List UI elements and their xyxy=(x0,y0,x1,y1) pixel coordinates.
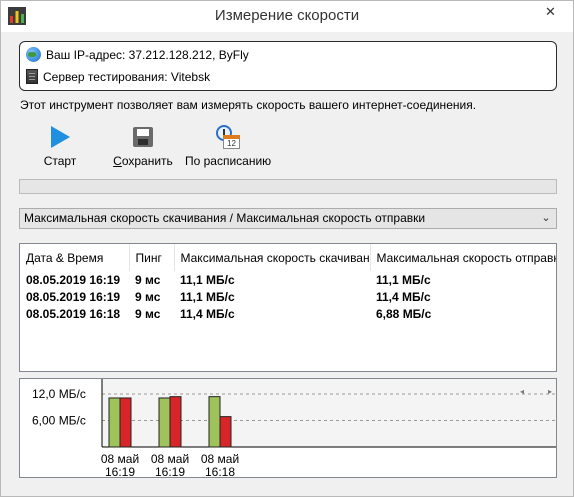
save-button[interactable]: Сохранить xyxy=(112,123,174,168)
column-header-max-download[interactable]: Максимальная скорость скачивания xyxy=(174,244,371,271)
scroll-right-icon: ▸ xyxy=(548,387,552,396)
schedule-label: По расписанию xyxy=(185,154,272,168)
cell-ping: 9 мс xyxy=(135,289,161,304)
y-tick-label: 12,0 МБ/с xyxy=(32,387,86,401)
start-button[interactable]: Старт xyxy=(38,123,82,168)
test-server-row: Сервер тестирования: Vitebsk xyxy=(26,69,210,84)
chart-bar xyxy=(219,416,232,448)
chart-type-select[interactable]: Максимальная скорость скачивания / Макси… xyxy=(19,208,557,229)
column-header-datetime[interactable]: Дата & Время xyxy=(20,244,130,271)
cell-max-download: 11,1 МБ/с xyxy=(180,272,235,287)
table-row[interactable]: 08.05.2019 16:19 9 мс 11,1 МБ/с 11,1 МБ/… xyxy=(20,271,556,288)
results-table: Дата & Время Пинг Максимальная скорость … xyxy=(20,244,556,322)
server-icon xyxy=(26,69,38,84)
speed-test-window: Измерение скорости ✕ Ваш IP-адрес: 37.21… xyxy=(0,0,574,497)
schedule-button[interactable]: 12 По расписанию xyxy=(185,123,271,168)
cell-max-upload: 11,1 МБ/с xyxy=(376,272,431,287)
column-header-max-upload[interactable]: Максимальная скорость отправки xyxy=(370,244,556,271)
start-label: Старт xyxy=(43,154,77,168)
window-title: Измерение скорости xyxy=(214,7,360,24)
cell-datetime: 08.05.2019 16:19 xyxy=(26,272,121,287)
x-tick-label-time: 16:18 xyxy=(205,465,235,477)
cell-max-download: 11,1 МБ/с xyxy=(180,289,235,304)
close-button[interactable]: ✕ xyxy=(528,1,573,22)
globe-icon xyxy=(26,47,41,62)
chart-bar xyxy=(158,397,171,448)
tool-description: Этот инструмент позволяет вам измерять с… xyxy=(20,98,477,112)
speed-bar-chart: 12,0 МБ/с6,00 МБ/с◂ ▸08 май16:1908 май16:… xyxy=(32,379,556,477)
cell-ping: 9 мс xyxy=(135,272,161,287)
floppy-disk-icon xyxy=(133,127,153,147)
scroll-left-icon: ◂ xyxy=(520,387,524,396)
save-label: Сохранить xyxy=(113,154,173,168)
close-icon: ✕ xyxy=(545,3,556,19)
column-header-ping[interactable]: Пинг xyxy=(129,244,175,271)
ip-address-label: Ваш IP-адрес: 37.212.128.212, ByFly xyxy=(46,47,249,62)
x-tick-label-time: 16:19 xyxy=(105,465,135,477)
chart-bar xyxy=(208,396,221,448)
table-row[interactable]: 08.05.2019 16:19 9 мс 11,1 МБ/с 11,4 МБ/… xyxy=(20,288,556,305)
speed-chart-panel: 12,0 МБ/с 6,00 МБ/с ◂ ▸ 08 май 16:19 08 май 16:… xyxy=(19,378,557,478)
cell-datetime: 08.05.2019 16:19 xyxy=(26,289,121,304)
title-bar: Измерение скорости ✕ xyxy=(1,1,573,32)
results-table-panel: Дата & Время Пинг Максимальная скорость … xyxy=(19,243,557,372)
test-server-label: Сервер тестирования: Vitebsk xyxy=(43,69,211,84)
cell-max-download: 11,4 МБ/с xyxy=(180,306,235,321)
chart-bar xyxy=(169,396,182,448)
x-tick-label-date: 08 май xyxy=(101,452,139,466)
chevron-down-icon: ⌄ xyxy=(541,212,551,224)
x-tick-label-date: 08 май xyxy=(201,452,239,466)
x-tick-label-time: 16:19 xyxy=(155,465,185,477)
test-progress-bar xyxy=(19,179,557,194)
ip-address-row: Ваш IP-адрес: 37.212.128.212, ByFly xyxy=(26,47,249,62)
clock-calendar-icon: 12 xyxy=(215,124,241,150)
chart-type-selected-value: Максимальная скорость скачивания / Макси… xyxy=(24,211,426,225)
results-table-header: Дата & Время Пинг Максимальная скорость … xyxy=(20,244,556,271)
cell-max-upload: 6,88 МБ/с xyxy=(376,306,432,321)
chart-bar xyxy=(119,397,132,448)
y-tick-label: 6,00 МБ/с xyxy=(32,414,86,428)
x-tick-label-date: 08 май xyxy=(151,452,189,466)
cell-max-upload: 11,4 МБ/с xyxy=(376,289,431,304)
table-row[interactable]: 08.05.2019 16:18 9 мс 11,4 МБ/с 6,88 МБ/… xyxy=(20,305,556,322)
play-icon xyxy=(50,126,70,148)
cell-ping: 9 мс xyxy=(135,306,161,321)
chart-bar xyxy=(108,397,121,448)
connection-info-panel: Ваш IP-адрес: 37.212.128.212, ByFly Серв… xyxy=(19,41,557,91)
cell-datetime: 08.05.2019 16:18 xyxy=(26,306,121,321)
